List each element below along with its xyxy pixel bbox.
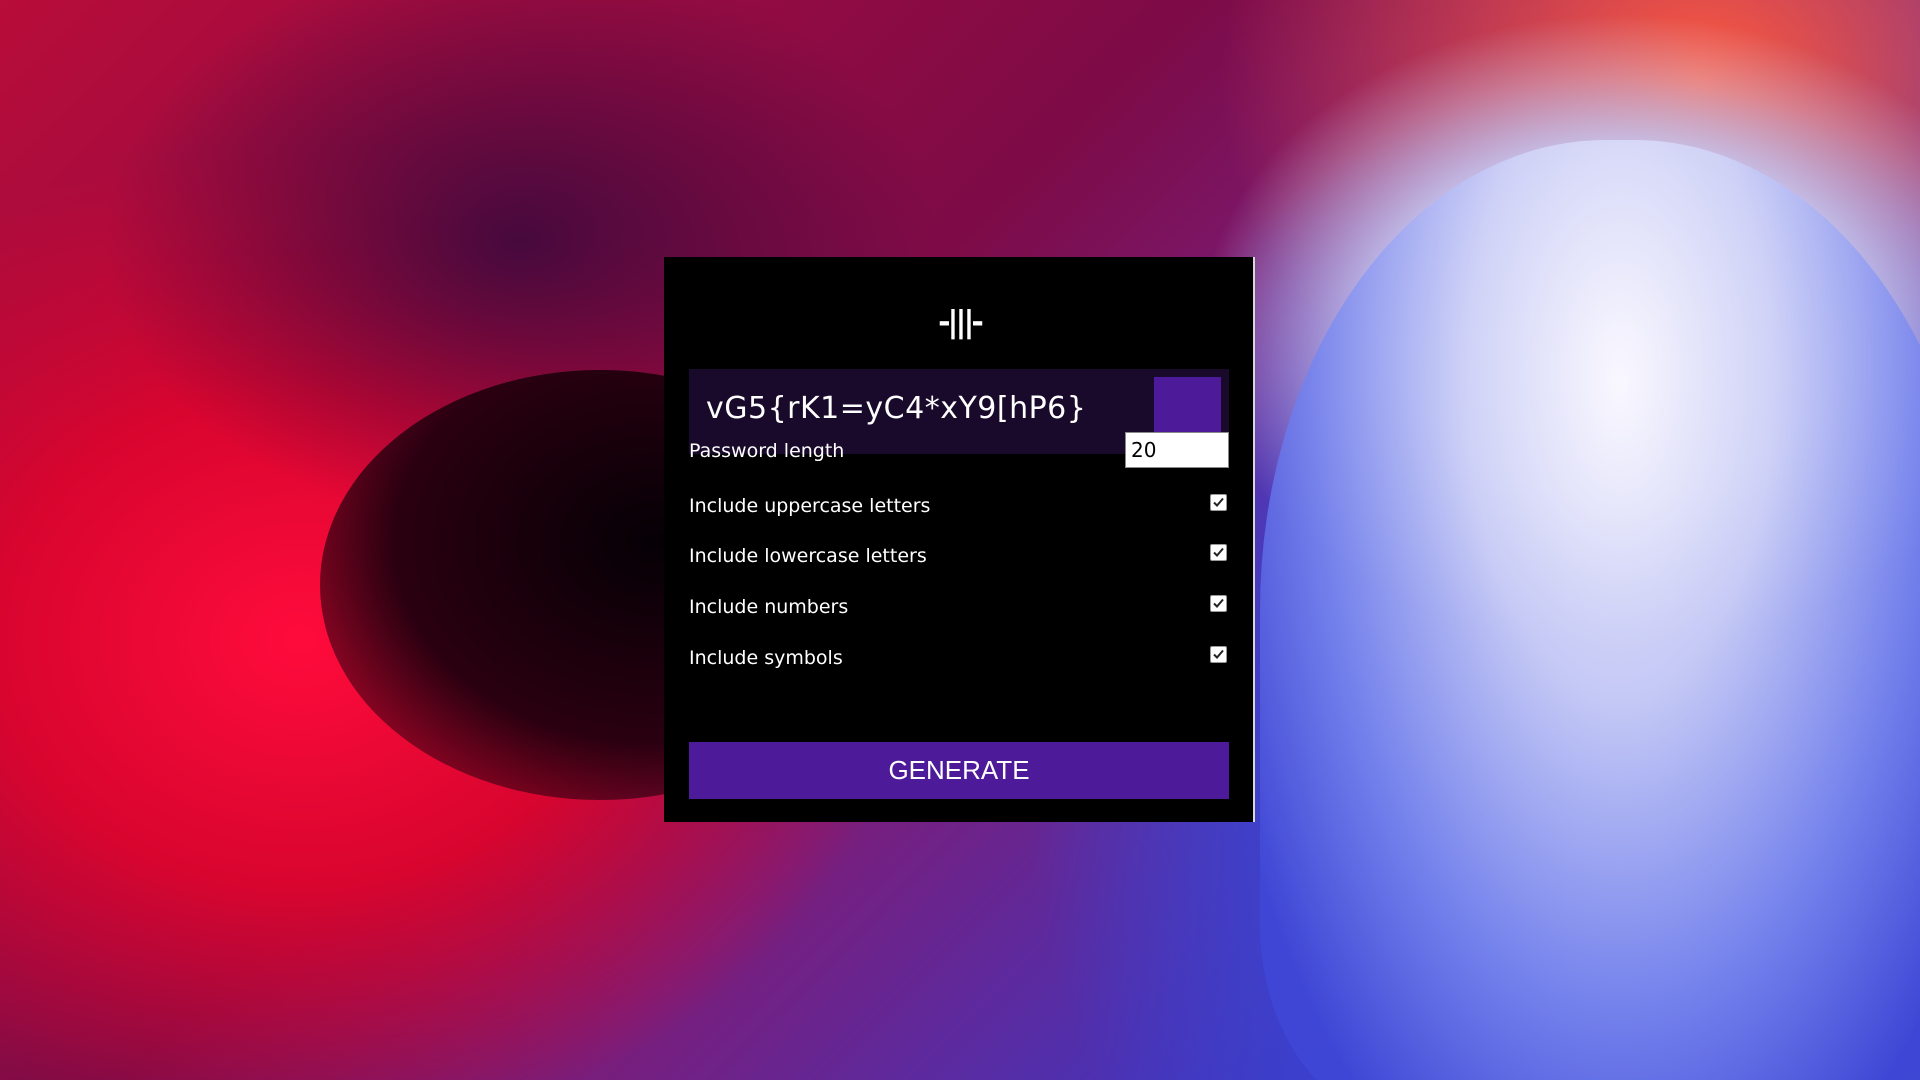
option-numbers-label: Include numbers xyxy=(689,596,849,618)
option-lowercase-row: Include lowercase letters xyxy=(689,537,1229,575)
password-generator-card: -|||- vG5{rK1=yC4*xY9[hP6} Password leng… xyxy=(664,257,1255,822)
option-lowercase-checkbox[interactable] xyxy=(1210,544,1227,561)
option-symbols-checkbox[interactable] xyxy=(1210,646,1227,663)
option-uppercase-row: Include uppercase letters xyxy=(689,487,1229,525)
checkmark-icon xyxy=(1213,547,1224,557)
wallpaper-highlight xyxy=(1260,140,1920,1080)
option-lowercase-label: Include lowercase letters xyxy=(689,545,927,567)
option-symbols-label: Include symbols xyxy=(689,647,843,669)
option-uppercase-label: Include uppercase letters xyxy=(689,495,931,517)
generated-password: vG5{rK1=yC4*xY9[hP6} xyxy=(706,391,1087,426)
option-uppercase-checkbox[interactable] xyxy=(1210,494,1227,511)
checkmark-icon xyxy=(1213,598,1224,608)
checkmark-icon xyxy=(1213,649,1224,659)
password-length-label: Password length xyxy=(689,440,845,462)
option-symbols-row: Include symbols xyxy=(689,639,1229,677)
generate-button[interactable]: GENERATE xyxy=(689,742,1229,799)
app-logo: -|||- xyxy=(938,305,984,340)
password-length-input[interactable] xyxy=(1125,432,1229,468)
password-length-row: Password length xyxy=(689,432,1229,470)
option-numbers-checkbox[interactable] xyxy=(1210,595,1227,612)
option-numbers-row: Include numbers xyxy=(689,588,1229,626)
checkmark-icon xyxy=(1213,497,1224,507)
